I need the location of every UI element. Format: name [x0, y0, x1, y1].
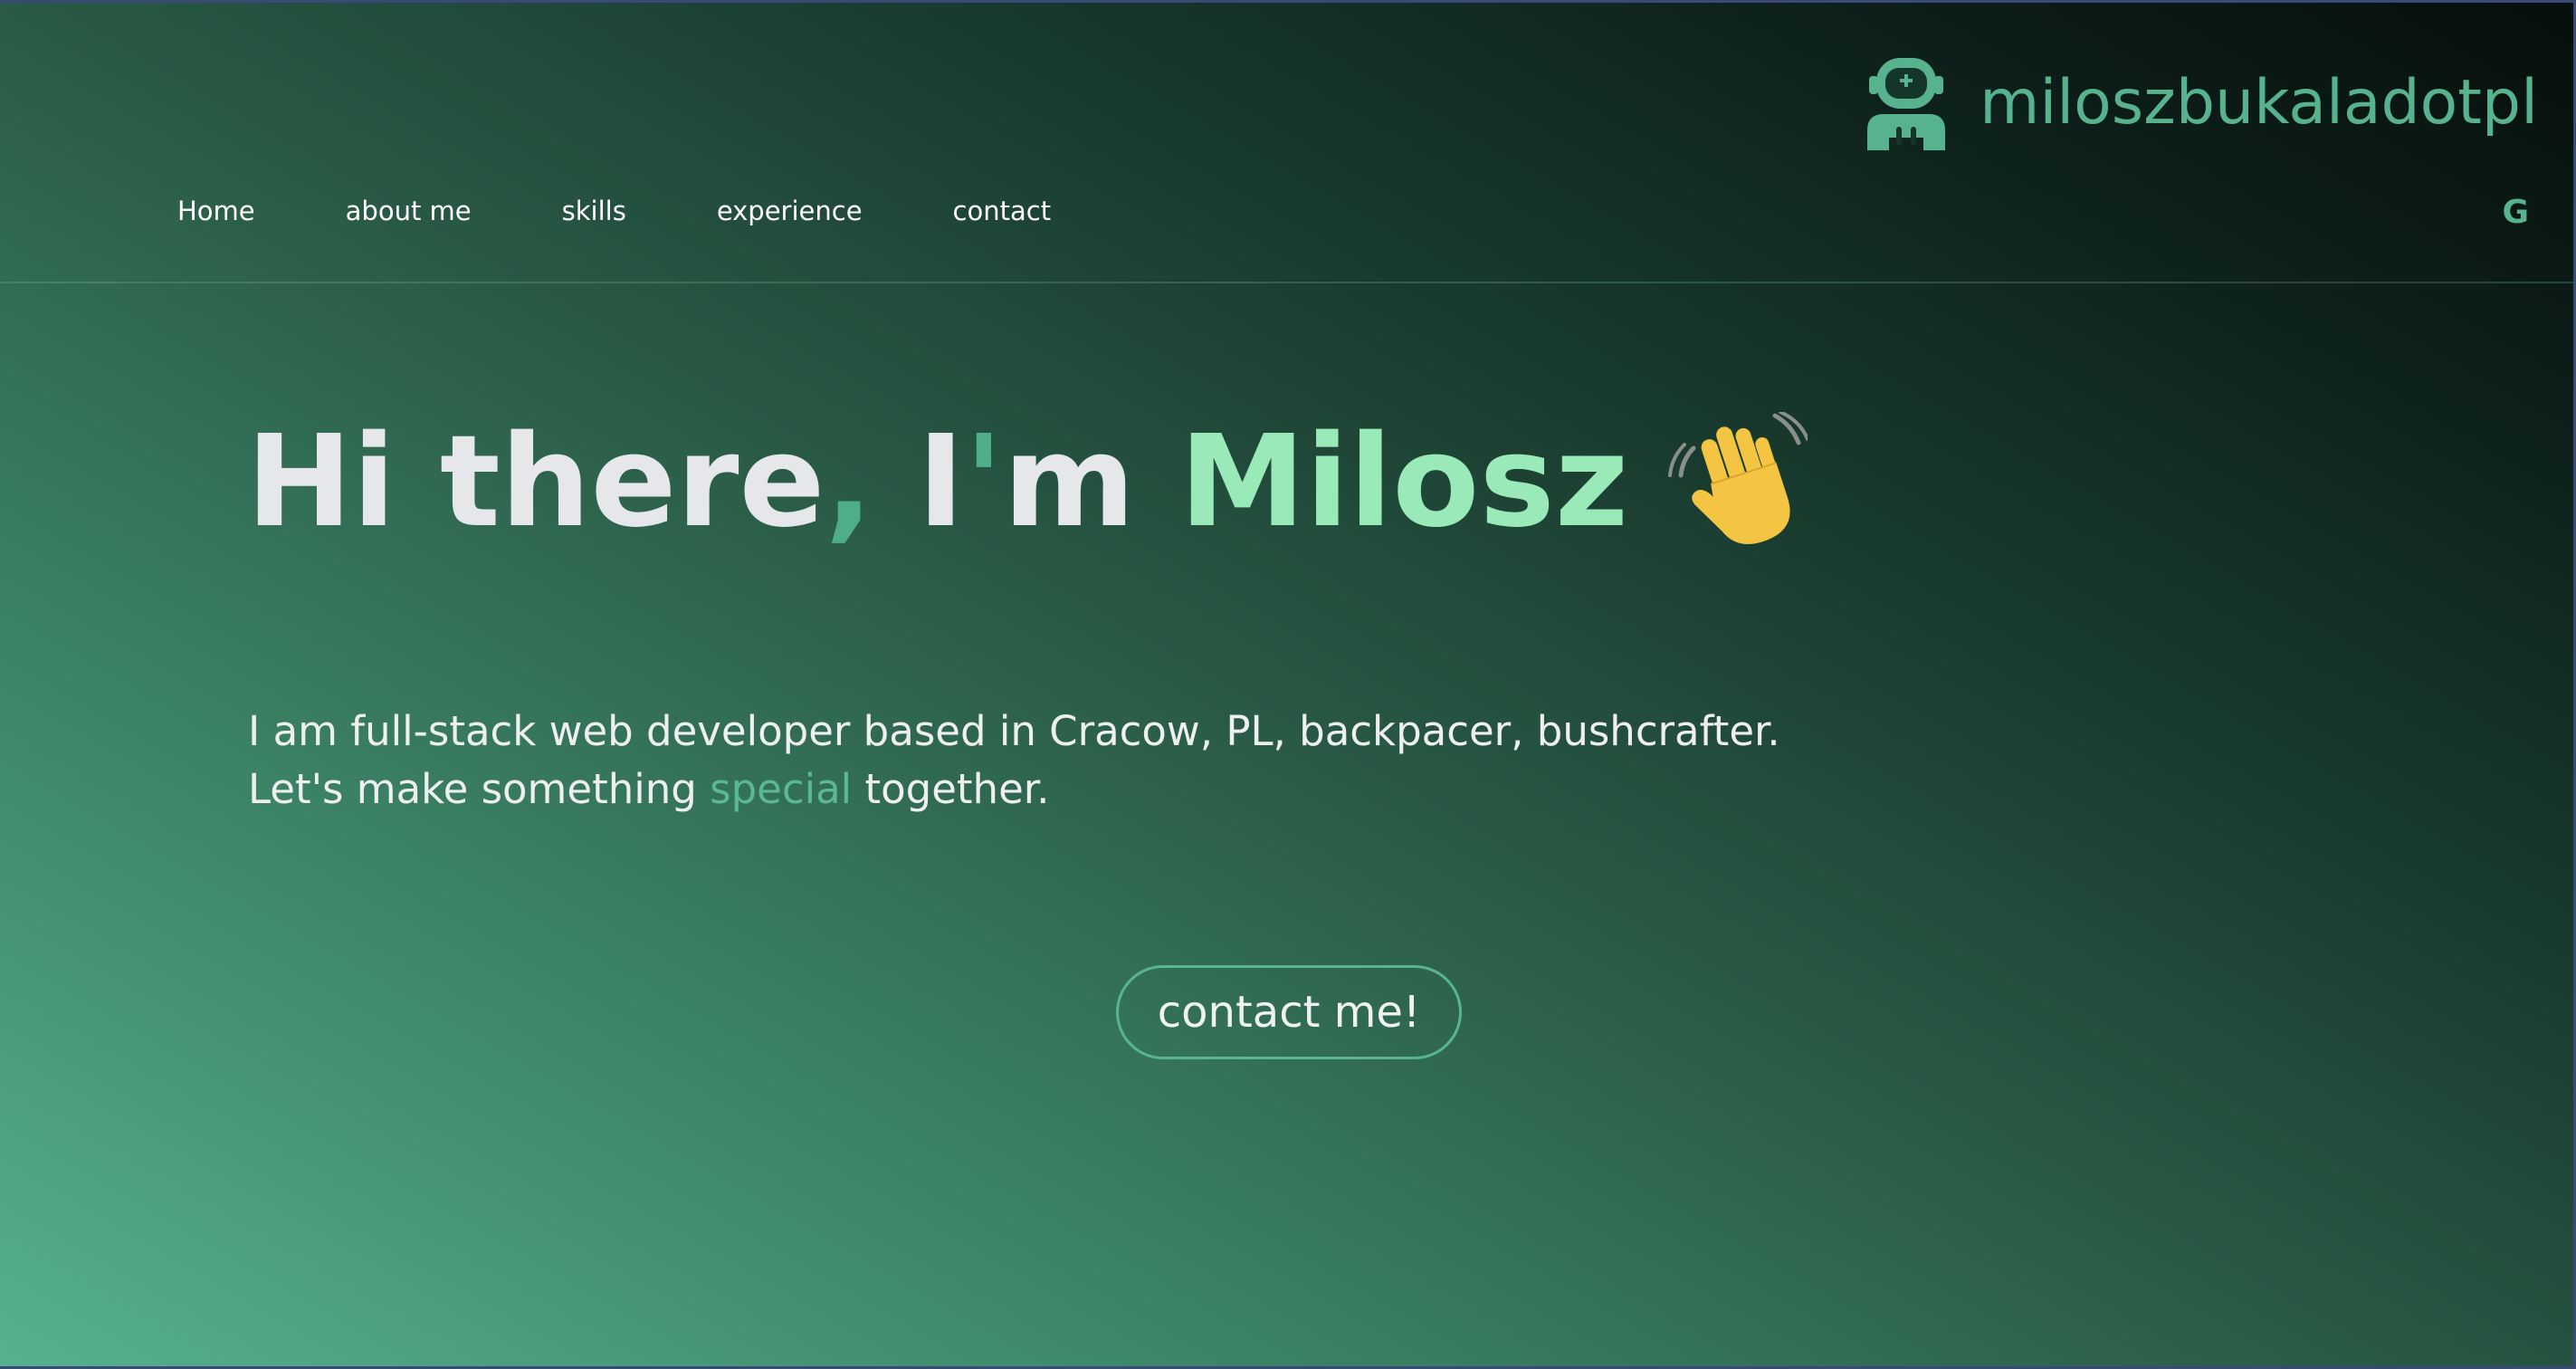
title-comma: ,	[825, 408, 873, 556]
waving-hand-icon	[1668, 412, 1808, 545]
brand-logo[interactable]: miloszbukaladotpl	[1864, 56, 2538, 150]
nav-item-home[interactable]: Home	[177, 196, 255, 226]
hero-line-2: Let's make something special together.	[248, 761, 1780, 819]
title-i: I	[873, 408, 965, 556]
window-top-border	[0, 0, 2576, 3]
nav-item-skills[interactable]: skills	[562, 196, 626, 226]
main-nav: Home about me skills experience contact	[177, 196, 1141, 226]
hero-line-2-start: Let's make something	[248, 765, 711, 813]
nav-item-experience[interactable]: experience	[717, 196, 863, 226]
hero-line-2-accent: special	[710, 765, 853, 813]
hero-line-2-end: together.	[852, 765, 1050, 813]
hero-line-1: I am full-stack web developer based in C…	[248, 707, 1780, 755]
contact-me-button[interactable]: contact me!	[1116, 965, 1462, 1059]
brand-name: miloszbukaladotpl	[1980, 67, 2538, 139]
header-divider	[0, 282, 2573, 283]
astronaut-icon	[1867, 58, 1946, 150]
hero-title: Hi there, I ' m Milosz	[246, 408, 1808, 556]
title-apostrophe: '	[964, 408, 1004, 556]
nav-item-about-me[interactable]: about me	[346, 196, 472, 226]
google-translate-icon[interactable]: G	[2502, 194, 2529, 231]
title-name: Milosz	[1178, 408, 1629, 556]
title-greeting: Hi there	[246, 408, 825, 556]
title-m: m	[1003, 408, 1179, 556]
hero-description: I am full-stack web developer based in C…	[248, 703, 1780, 819]
nav-item-contact[interactable]: contact	[953, 196, 1052, 226]
